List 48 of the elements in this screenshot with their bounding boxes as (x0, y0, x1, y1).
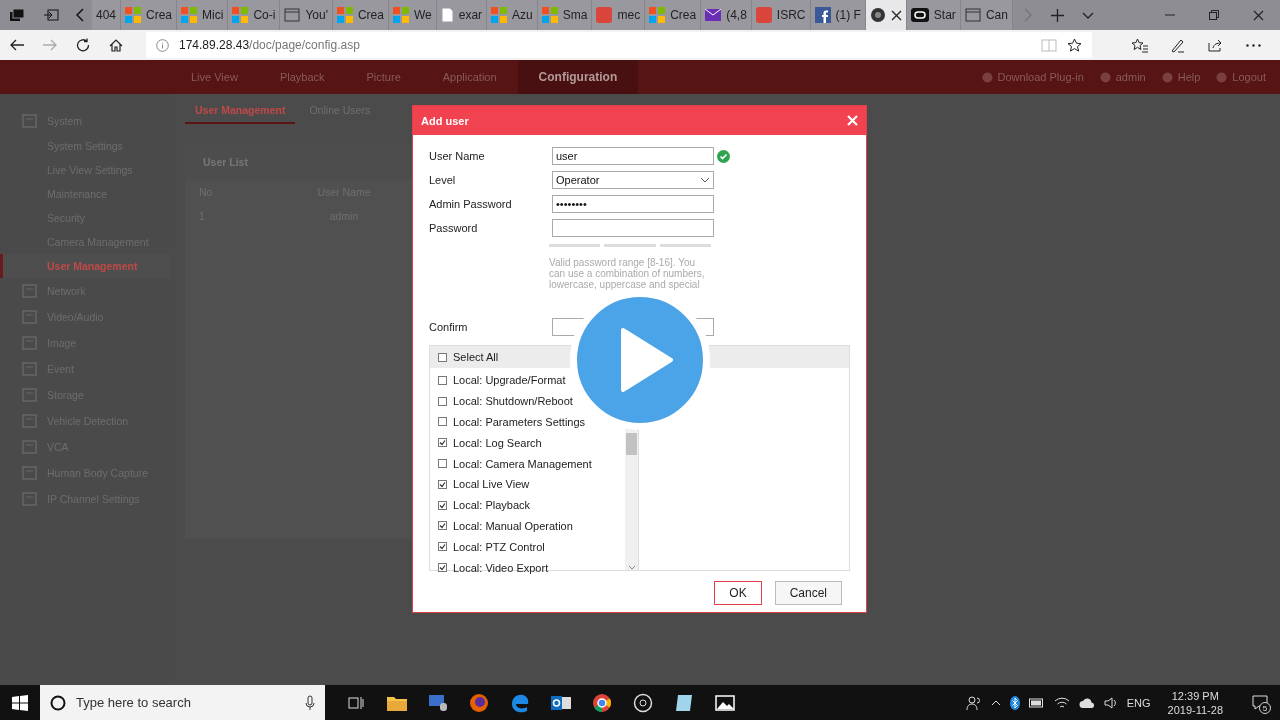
field-label: Confirm (429, 321, 469, 333)
browser-tab[interactable]: Co-i (228, 0, 281, 30)
notification-count: 5 (1259, 702, 1271, 714)
search-input[interactable]: Type here to search (74, 694, 297, 711)
password-hint: Valid password range [8-16]. You can use a combination of numbers, lowercase, uppercase and special (549, 257, 706, 292)
checkbox-label: Local: Log Search (453, 436, 542, 449)
field-label: User Name (429, 150, 486, 162)
checkbox-label: Local: Video Export (453, 561, 549, 574)
level-select[interactable]: Operator (552, 171, 714, 189)
browser-tab[interactable]: mec (592, 0, 646, 30)
field-label: Admin Password (429, 198, 513, 210)
browser-tab[interactable]: Can (960, 0, 1013, 30)
input-field[interactable]: •••••••• (552, 195, 714, 213)
browser-tab[interactable]: Azu (487, 0, 538, 30)
browser-tab[interactable]: Sma (537, 0, 593, 30)
checkbox-label: Local: Shutdown/Reboot (453, 395, 573, 408)
nav-tab[interactable]: Configuration (517, 60, 639, 94)
dialog-button[interactable]: Cancel (774, 581, 842, 605)
language-indicator[interactable]: ENG (1126, 696, 1151, 709)
checkbox-label: Local: Playback (453, 499, 531, 512)
browser-tab[interactable]: 404 (92, 0, 122, 30)
checkbox-label: Select All (453, 351, 499, 363)
dialog-title: Add user (421, 114, 469, 127)
search-field[interactable]: Type here to search (40, 685, 325, 720)
checkbox-label: Local: PTZ Control (453, 540, 545, 553)
browser-tab[interactable]: You' (280, 0, 333, 30)
dialog-button[interactable]: OK (714, 581, 762, 605)
clock-date[interactable]: 2019-11-28 (1167, 702, 1223, 717)
field-label: Level (429, 174, 457, 186)
checkbox-label: Local: Upgrade/Format (453, 374, 566, 387)
browser-tab[interactable]: Crea (121, 0, 178, 30)
browser-tab[interactable]: Mici (177, 0, 229, 30)
browser-tab[interactable]: We (388, 0, 437, 30)
browser-tab[interactable]: Crea (645, 0, 702, 30)
checkbox-label: Local: Manual Operation (453, 519, 573, 532)
browser-tab[interactable]: (4,8 (701, 0, 752, 30)
clock-time[interactable]: 12:39 PM (1171, 688, 1219, 703)
browser-tab[interactable]: Crea (332, 0, 389, 30)
checkbox-label: Local Live View (453, 478, 530, 491)
browser-tab[interactable]: (1) F (810, 0, 866, 30)
field-label: Password (429, 222, 479, 234)
checkbox-label: Local: Parameters Settings (453, 416, 586, 428)
browser-tab[interactable]: ISRC (751, 0, 811, 30)
input-field[interactable]: user (552, 147, 714, 165)
browser-tab[interactable]: Star (906, 0, 961, 30)
checkbox-label: Local: Camera Management (453, 457, 592, 470)
address-bar[interactable]: 174.89.28.43/doc/page/config.asp (146, 32, 1092, 58)
browser-tab[interactable]: exar (436, 0, 488, 30)
